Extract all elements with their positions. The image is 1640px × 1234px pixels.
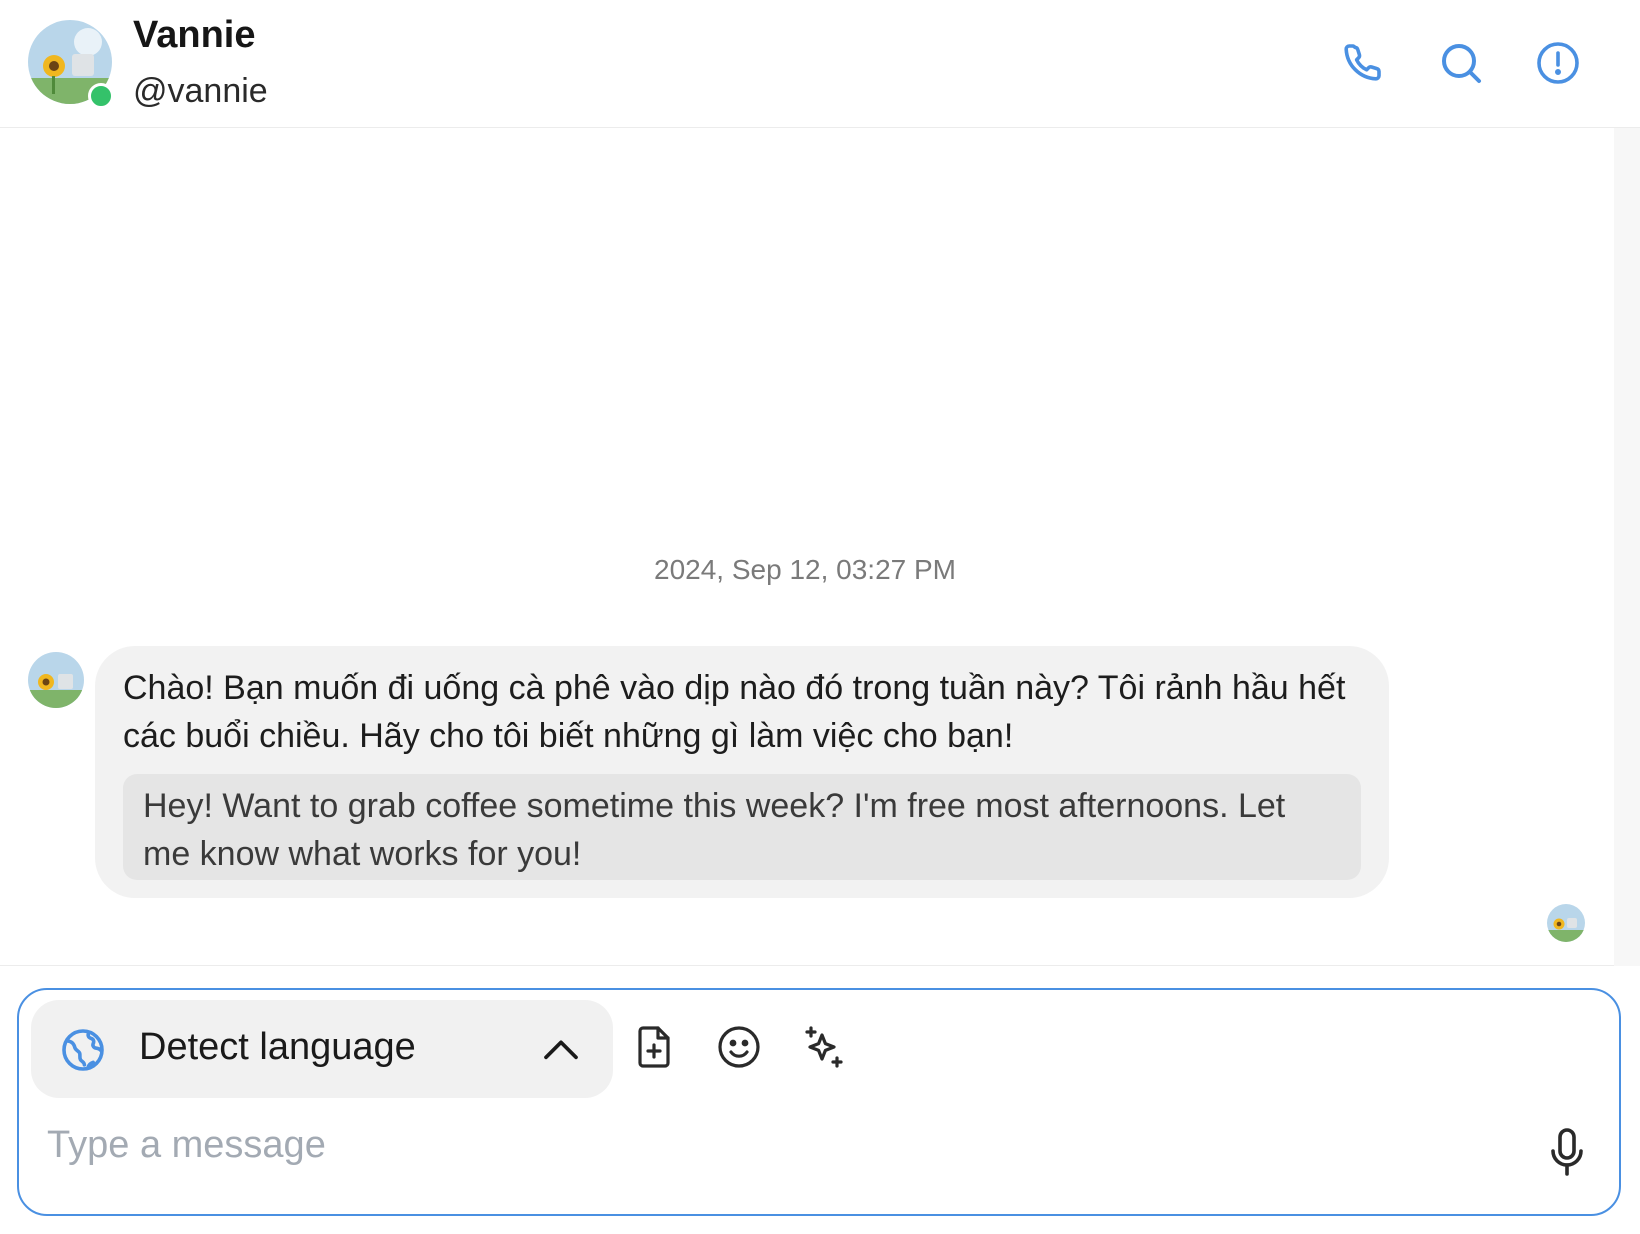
chat-header: Vannie @vannie: [0, 0, 1640, 128]
language-label: Detect language: [139, 1026, 416, 1068]
search-icon: [1442, 44, 1481, 83]
sparkles-icon: [805, 1026, 843, 1068]
sender-avatar[interactable]: [28, 652, 84, 708]
message-translation: Hey! Want to grab coffee sometime this w…: [123, 774, 1361, 880]
info-button[interactable]: [1533, 38, 1583, 88]
online-status-dot: [88, 83, 114, 109]
message-composer: Detect language: [17, 988, 1621, 1216]
message-list[interactable]: 2024, Sep 12, 03:27 PM Chào! Bạn muốn đi…: [0, 128, 1640, 966]
microphone-icon: [1551, 1128, 1583, 1176]
phone-icon: [1344, 44, 1381, 81]
globe-icon: [62, 1029, 104, 1071]
contact-handle: @vannie: [133, 72, 268, 110]
message-timestamp: 2024, Sep 12, 03:27 PM: [654, 554, 956, 585]
call-button[interactable]: [1339, 38, 1389, 88]
read-receipt-avatar: [1547, 904, 1585, 942]
message-bubble[interactable]: Chào! Bạn muốn đi uống cà phê vào dịp nà…: [95, 646, 1389, 898]
voice-message-button[interactable]: [1543, 1126, 1591, 1178]
emoji-button[interactable]: [714, 1022, 764, 1072]
search-button[interactable]: [1436, 38, 1486, 88]
file-plus-icon: [638, 1026, 670, 1068]
message-text: Chào! Bạn muốn đi uống cà phê vào dịp nà…: [123, 669, 1346, 755]
contact-name: Vannie: [133, 14, 256, 56]
info-icon: [1537, 42, 1579, 84]
smiley-icon: [718, 1026, 760, 1068]
scrollbar[interactable]: [1614, 128, 1640, 966]
message-input[interactable]: [47, 1110, 1487, 1180]
attach-file-button[interactable]: [629, 1022, 679, 1072]
language-selector[interactable]: Detect language: [31, 1000, 613, 1098]
chevron-up-icon: [544, 1040, 578, 1060]
ai-assist-button[interactable]: [799, 1022, 849, 1072]
